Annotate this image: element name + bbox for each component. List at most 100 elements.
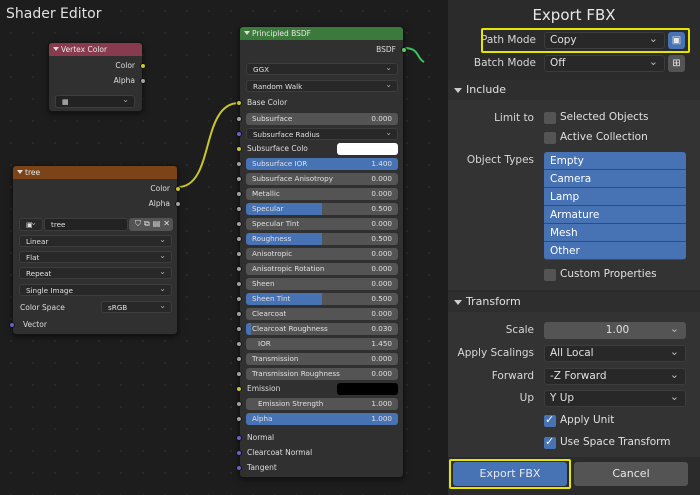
image-texture-node[interactable]: tree Color Alpha ▣ tree ⛉⧉▤✕ Linear Flat… [9, 165, 181, 335]
selected-objects-checkbox[interactable] [544, 112, 556, 124]
specular-tint-slider[interactable]: Specular Tint 0.000 [246, 218, 398, 230]
object-type-lamp[interactable]: Lamp [544, 188, 686, 206]
object-type-armature[interactable]: Armature [544, 206, 686, 224]
vertex-color-layer-field[interactable]: ▦ [55, 95, 135, 108]
close-icon[interactable]: ✕ [163, 219, 173, 228]
duplicate-icon[interactable]: ⧉ [144, 219, 153, 228]
bsdf-output-socket[interactable] [401, 47, 407, 53]
object-type-other[interactable]: Other [544, 242, 686, 260]
object-type-mesh[interactable]: Mesh [544, 224, 686, 242]
sheen-value: 0.000 [371, 279, 392, 288]
anisotropic-rotation-slider[interactable]: Anisotropic Rotation 0.000 [246, 263, 398, 275]
sheen-socket[interactable] [236, 281, 242, 287]
image-name-field[interactable]: tree [44, 218, 128, 231]
up-dropdown[interactable]: Y Up [544, 389, 686, 407]
bsdf-output-label: BSDF [376, 45, 396, 54]
principled-bsdf-node[interactable]: Principled BSDF BSDF GGX Random Walk Bas… [236, 26, 407, 478]
specular-slider[interactable]: Specular 0.500 [246, 203, 398, 215]
subsurface-anisotropy-socket[interactable] [236, 176, 242, 182]
principled-bsdf-header[interactable]: Principled BSDF [240, 27, 403, 40]
subsurface-anisotropy-slider[interactable]: Subsurface Anisotropy 0.000 [246, 173, 398, 185]
clearcoat-normal-socket[interactable] [236, 450, 242, 456]
alpha-slider[interactable]: Alpha 1.000 [246, 413, 398, 425]
cancel-button[interactable]: Cancel [574, 462, 688, 486]
anisotropic-socket[interactable] [236, 251, 242, 257]
subsurface-socket[interactable] [236, 116, 242, 122]
image-browse-button[interactable]: ▣ [19, 218, 43, 231]
color-space-label: Color Space [20, 303, 65, 312]
subsurface-method-dropdown[interactable]: Random Walk [246, 80, 398, 92]
interpolation-dropdown[interactable]: Linear [19, 235, 172, 247]
specular-socket[interactable] [236, 206, 242, 212]
transmission-roughness-socket[interactable] [236, 371, 242, 377]
active-collection-checkbox[interactable] [544, 132, 556, 144]
emission-strength-socket[interactable] [236, 401, 242, 407]
source-dropdown[interactable]: Single Image [19, 284, 172, 296]
apply-scalings-dropdown[interactable]: All Local [544, 344, 686, 362]
object-type-camera[interactable]: Camera [544, 170, 686, 188]
forward-dropdown[interactable]: -Z Forward [544, 367, 686, 385]
specular-value: 0.500 [371, 204, 392, 213]
scale-field[interactable]: 1.00 [544, 321, 686, 339]
clearcoat-roughness-socket[interactable] [236, 326, 242, 332]
sheen-tint-socket[interactable] [236, 296, 242, 302]
include-section-header[interactable]: Include [448, 80, 700, 100]
clearcoat-roughness-slider[interactable]: Clearcoat Roughness 0.030 [246, 323, 398, 335]
vertex-color-alpha-socket[interactable] [140, 78, 146, 84]
object-type-empty[interactable]: Empty [544, 152, 686, 170]
metallic-slider[interactable]: Metallic 0.000 [246, 188, 398, 200]
image-texture-color-socket[interactable] [175, 186, 181, 192]
extension-dropdown[interactable]: Repeat [19, 267, 172, 279]
fake-user-icon[interactable]: ⛉ [135, 219, 144, 228]
transmission-socket[interactable] [236, 356, 242, 362]
specular-tint-socket[interactable] [236, 221, 242, 227]
emission-strength-slider[interactable]: Emission Strength 1.000 [246, 398, 398, 410]
anisotropic-slider[interactable]: Anisotropic 0.000 [246, 248, 398, 260]
open-icon[interactable]: ▤ [153, 219, 164, 228]
transform-section-header[interactable]: Transform [448, 292, 700, 312]
node-canvas[interactable]: Shader Editor Vertex Color Color Alpha ▦… [0, 0, 448, 495]
batch-mode-dropdown[interactable]: Off [544, 54, 665, 72]
anisotropic-rotation-socket[interactable] [236, 266, 242, 272]
custom-properties-checkbox[interactable] [544, 269, 556, 281]
metallic-socket[interactable] [236, 191, 242, 197]
use-space-transform-checkbox[interactable] [544, 435, 556, 449]
base-color-socket[interactable] [236, 100, 242, 106]
ior-slider[interactable]: IOR 1.450 [246, 338, 398, 350]
subsurface-radius-socket[interactable] [236, 131, 242, 137]
subsurface-slider[interactable]: Subsurface 0.000 [246, 113, 398, 125]
distribution-dropdown[interactable]: GGX [246, 63, 398, 75]
color-space-dropdown[interactable]: sRGB [101, 301, 172, 313]
subsurface-colo-swatch[interactable] [337, 143, 398, 155]
batch-own-dir-button[interactable]: ⊞ [668, 55, 685, 72]
emission-socket[interactable] [236, 386, 242, 392]
ior-socket[interactable] [236, 341, 242, 347]
vertex-color-node[interactable]: Vertex Color Color Alpha ▦ [48, 42, 146, 112]
emission-swatch[interactable] [337, 383, 398, 395]
image-texture-header[interactable]: tree [13, 166, 177, 179]
vector-input-socket[interactable] [9, 322, 15, 328]
transmission-roughness-slider[interactable]: Transmission Roughness 0.000 [246, 368, 398, 380]
vertex-color-header[interactable]: Vertex Color [49, 43, 142, 56]
image-datablock-buttons[interactable]: ⛉⧉▤✕ [129, 218, 173, 231]
projection-dropdown[interactable]: Flat [19, 251, 172, 263]
clearcoat-socket[interactable] [236, 311, 242, 317]
vector-input-label: Vector [23, 320, 47, 329]
roughness-socket[interactable] [236, 236, 242, 242]
sheen-tint-slider[interactable]: Sheen Tint 0.500 [246, 293, 398, 305]
subsurface-colo-socket[interactable] [236, 146, 242, 152]
sheen-slider[interactable]: Sheen 0.000 [246, 278, 398, 290]
vertex-color-color-socket[interactable] [140, 63, 146, 69]
tangent-socket[interactable] [236, 465, 242, 471]
roughness-slider[interactable]: Roughness 0.500 [246, 233, 398, 245]
sheen-tint-value: 0.500 [371, 294, 392, 303]
subsurface-ior-slider[interactable]: Subsurface IOR 1.400 [246, 158, 398, 170]
apply-unit-checkbox[interactable] [544, 413, 556, 427]
alpha-socket[interactable] [236, 416, 242, 422]
subsurface-ior-socket[interactable] [236, 161, 242, 167]
transmission-slider[interactable]: Transmission 0.000 [246, 353, 398, 365]
normal-socket[interactable] [236, 435, 242, 441]
clearcoat-slider[interactable]: Clearcoat 0.000 [246, 308, 398, 320]
subsurface-radius-dropdown[interactable]: Subsurface Radius [246, 128, 398, 140]
image-texture-alpha-socket[interactable] [175, 201, 181, 207]
